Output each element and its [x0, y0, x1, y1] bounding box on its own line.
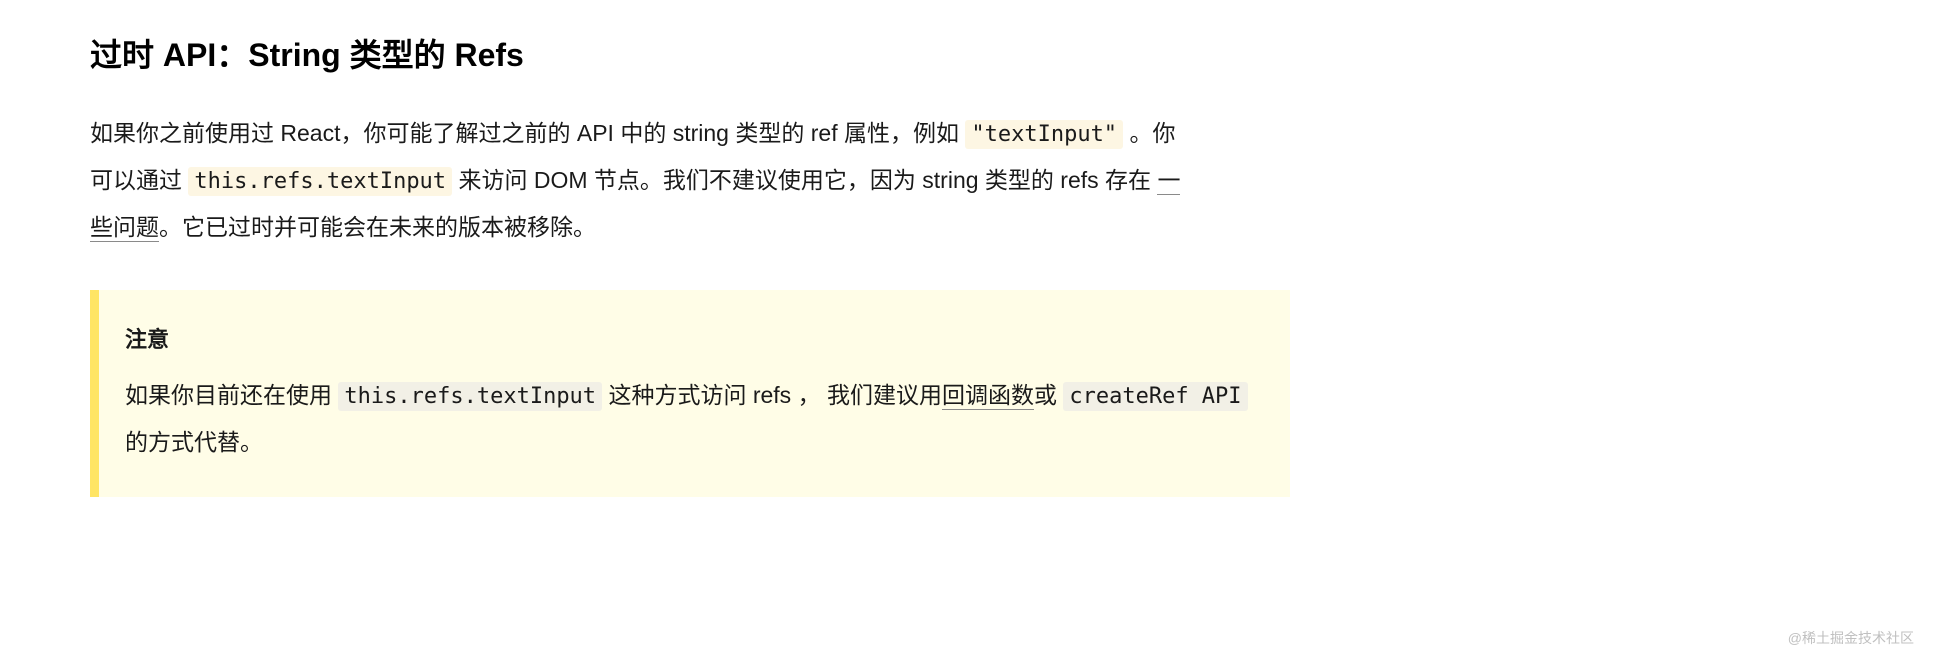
note-callout: 注意 如果你目前还在使用 this.refs.textInput 这种方式访问 …	[90, 290, 1290, 497]
watermark: @稀土掘金技术社区	[1788, 628, 1914, 648]
text-segment: 或	[1034, 382, 1063, 408]
intro-paragraph: 如果你之前使用过 React，你可能了解过之前的 API 中的 string 类…	[90, 110, 1190, 250]
code-inline: createRef API	[1063, 382, 1247, 411]
text-segment: 。它已过时并可能会在未来的版本被移除。	[159, 214, 596, 240]
text-segment: 如果你目前还在使用	[125, 382, 338, 408]
text-segment: 来访问 DOM 节点。我们不建议使用它，因为 string 类型的 refs 存…	[452, 167, 1157, 193]
code-inline: this.refs.textInput	[188, 167, 452, 196]
callback-link[interactable]: 回调函数	[942, 382, 1034, 410]
section-heading: 过时 API：String 类型的 Refs	[90, 30, 1844, 76]
code-inline: this.refs.textInput	[338, 382, 602, 411]
code-inline: "textInput"	[965, 120, 1123, 149]
text-segment: 的方式代替。	[125, 429, 263, 455]
callout-title: 注意	[125, 322, 1264, 354]
callout-body: 如果你目前还在使用 this.refs.textInput 这种方式访问 ref…	[125, 372, 1264, 465]
text-segment: 这种方式访问 refs ， 我们建议用	[602, 382, 942, 408]
text-segment: 如果你之前使用过 React，你可能了解过之前的 API 中的 string 类…	[90, 120, 965, 146]
